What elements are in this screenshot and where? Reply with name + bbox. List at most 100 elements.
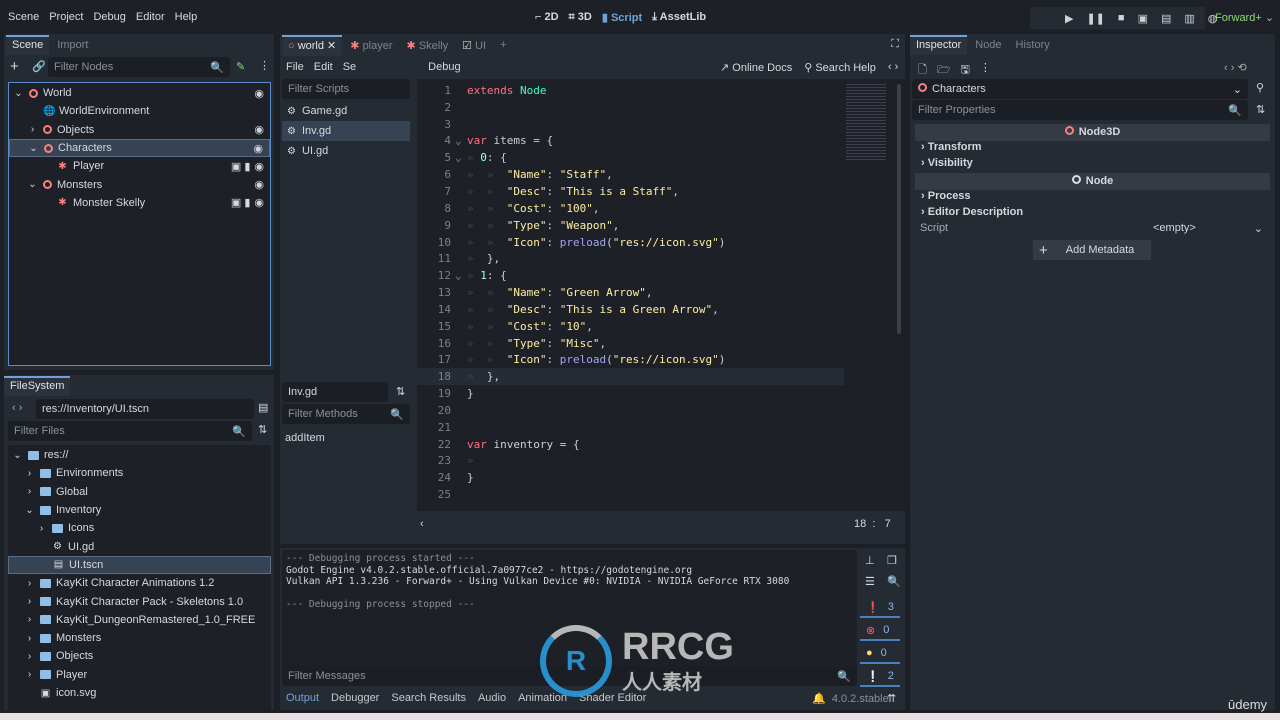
filter-files-input[interactable]: Filter Files 🔍 [8, 421, 252, 441]
workspace-script[interactable]: ▮ Script [602, 11, 642, 24]
scene-tree-item[interactable]: › Objects ◉ [9, 121, 270, 139]
chevron-icon[interactable] [41, 161, 52, 172]
tab-import[interactable]: Import [51, 35, 94, 55]
file-tree-item[interactable]: › Monsters [8, 629, 271, 647]
remote-debug-icon[interactable]: ▣ [1138, 12, 1148, 25]
workspace-3d[interactable]: ⌗ 3D [569, 11, 592, 24]
instance-scene-icon[interactable]: 🔗 [32, 60, 46, 73]
chevron-icon[interactable] [36, 541, 47, 552]
file-tree-item[interactable]: › Objects [8, 647, 271, 665]
expand-bottom-icon[interactable]: ⇈ [887, 692, 896, 705]
script-list-item[interactable]: ⚙ UI.gd [282, 141, 410, 161]
chevron-icon[interactable]: › [36, 523, 47, 534]
filter-editor-toggle[interactable]: ❕ 2 [860, 667, 900, 687]
chevron-icon[interactable]: › [24, 578, 35, 589]
tab-ui[interactable]: ☑ UI [456, 35, 492, 56]
object-selector[interactable]: Characters ⌄ [912, 79, 1248, 99]
code-scrollbar[interactable] [897, 84, 901, 334]
bottom-tab-search-results[interactable]: Search Results [391, 692, 466, 704]
chevron-icon[interactable]: › [24, 596, 35, 607]
scene-instance-icons[interactable]: ▣ ▮ [231, 160, 251, 173]
filter-errors-toggle[interactable]: ⊗ 0 [860, 621, 900, 641]
stop-icon[interactable]: ■ [1118, 12, 1125, 24]
visibility-icon[interactable]: ◉ [254, 123, 264, 136]
visibility-icon[interactable]: ◉ [254, 160, 264, 173]
filter-warnings-toggle[interactable]: ● 0 [860, 644, 900, 664]
chevron-icon[interactable]: › [24, 651, 35, 662]
property-group-visibility[interactable]: › Visibility [915, 157, 1270, 173]
script-menu-file[interactable]: File [286, 61, 304, 73]
tab-scene[interactable]: Scene [6, 35, 50, 55]
file-tree-item[interactable]: ⚙ UI.gd [8, 537, 271, 555]
tab-player[interactable]: ✱ player [344, 35, 398, 56]
save-icon[interactable]: 🖫 [961, 61, 970, 80]
scene-tree-item[interactable]: ✱ Monster Skelly ▣ ▮ ◉ [9, 194, 270, 212]
workspace-assetlib[interactable]: ⤓ AssetLib [652, 11, 706, 24]
object-history-nav[interactable]: ‹ › ⟲ [1224, 61, 1247, 74]
play-custom-scene-icon[interactable]: ▥ [1184, 12, 1194, 25]
open-docs-icon[interactable]: ⚲ [1256, 81, 1264, 94]
bottom-tab-audio[interactable]: Audio [478, 692, 506, 704]
chevron-icon[interactable]: › [24, 669, 35, 680]
bottom-tab-debugger[interactable]: Debugger [331, 692, 379, 704]
minimap[interactable] [846, 82, 886, 162]
menu-debug[interactable]: Debug [93, 11, 125, 23]
filter-messages-toggle[interactable]: ❗ 3 [860, 598, 900, 618]
script-menu-edit[interactable]: Edit [314, 61, 333, 73]
open-resource-icon[interactable]: 🗁 [937, 61, 951, 80]
script-menu-debug[interactable]: Debug [428, 61, 460, 73]
script-nav[interactable]: ‹ › [888, 61, 898, 74]
toggle-scripts-panel[interactable]: ‹ [420, 518, 424, 530]
visibility-icon[interactable]: ◉ [254, 196, 264, 209]
visibility-icon[interactable]: ◉ [254, 178, 264, 191]
scene-tree-item[interactable]: 🌐 WorldEnvironment [9, 102, 270, 120]
close-icon[interactable]: ✕ [324, 40, 336, 52]
filter-properties-input[interactable]: Filter Properties 🔍 [912, 100, 1248, 120]
file-tree-item[interactable]: › KayKit Character Pack - Skeletons 1.0 [8, 592, 271, 610]
script-list-item[interactable]: ⚙ Inv.gd [282, 121, 410, 141]
chevron-icon[interactable]: › [24, 633, 35, 644]
more-icon[interactable]: ⋮ [259, 59, 270, 72]
pause-icon[interactable]: ❚❚ [1086, 12, 1104, 25]
fold-icon[interactable]: ⌄ [455, 269, 467, 282]
add-metadata-button[interactable]: + Add Metadata [1033, 240, 1151, 260]
new-resource-icon[interactable]: 🗋 [918, 61, 927, 80]
scene-tree-item[interactable]: ⌄ World ◉ [9, 84, 270, 102]
tab-filesystem[interactable]: FileSystem [4, 376, 71, 396]
chevron-icon[interactable] [24, 688, 35, 699]
file-tree-item[interactable]: ▣ icon.svg [8, 684, 271, 702]
property-group-transform[interactable]: › Transform [915, 141, 1270, 157]
chevron-icon[interactable]: ⌄ [12, 450, 23, 461]
path-field[interactable]: res://Inventory/UI.tscn [36, 399, 254, 419]
file-tree-item[interactable]: › Environments [8, 464, 271, 482]
search-icon[interactable]: 🔍 [887, 575, 901, 588]
scene-tree-item[interactable]: ⌄ Monsters ◉ [9, 175, 270, 193]
script-property-value[interactable]: <empty> ⌄ [1153, 222, 1263, 235]
property-options-icon[interactable]: ⇅ [1256, 103, 1265, 116]
fold-icon[interactable]: ⌄ [455, 151, 467, 164]
scene-instance-icons[interactable]: ▣ ▮ [231, 196, 251, 209]
menu-help[interactable]: Help [175, 11, 198, 23]
play-scene-icon[interactable]: ▤ [1161, 12, 1171, 25]
chevron-icon[interactable]: › [27, 124, 38, 135]
tab-inspector[interactable]: Inspector [910, 35, 968, 55]
split-view-icon[interactable]: ▤ [258, 401, 268, 414]
file-tree-item[interactable]: ⌄ res:// [8, 446, 271, 464]
chevron-icon[interactable] [37, 559, 48, 570]
chevron-icon[interactable]: › [24, 486, 35, 497]
new-tab-icon[interactable]: + [494, 35, 512, 55]
menu-editor[interactable]: Editor [136, 11, 165, 23]
tab-history[interactable]: History [1010, 35, 1056, 55]
attach-script-icon[interactable]: ✎ [236, 60, 245, 73]
add-node-icon[interactable]: + [10, 58, 19, 75]
file-tree-item[interactable]: › KayKit Character Animations 1.2 [8, 574, 271, 592]
search-help-link[interactable]: ⚲ Search Help [804, 61, 876, 74]
script-menu-se[interactable]: Se [343, 61, 356, 73]
chevron-icon[interactable]: ⌄ [13, 88, 24, 99]
visibility-icon[interactable]: ◉ [254, 87, 264, 100]
more-icon[interactable]: ⋮ [980, 61, 991, 80]
fold-icon[interactable]: ⌄ [455, 134, 467, 147]
filter-methods-input[interactable]: Filter Methods 🔍 [282, 404, 410, 424]
tab-skelly[interactable]: ✱ Skelly [401, 35, 455, 56]
history-nav[interactable]: ‹ › [12, 402, 22, 414]
